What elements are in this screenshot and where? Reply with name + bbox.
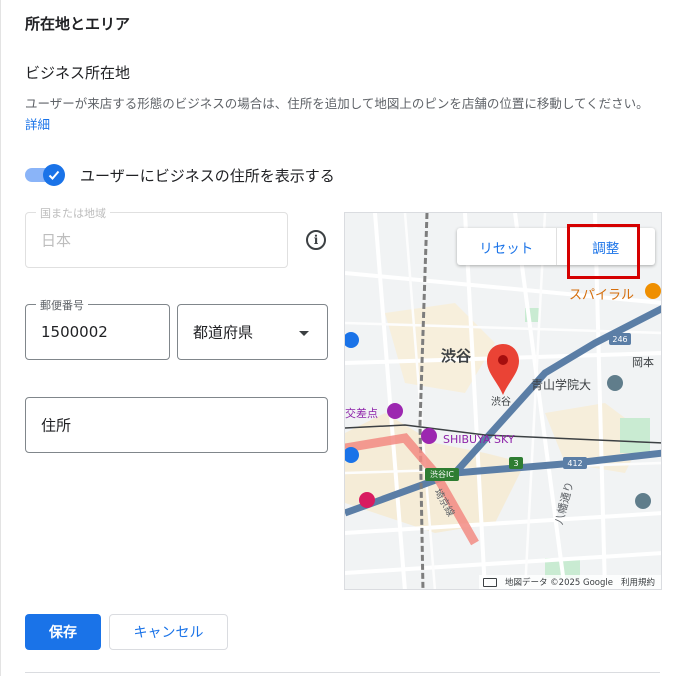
- address-field-value: 住所: [41, 416, 72, 435]
- postal-code-field[interactable]: 郵便番号 1500002: [25, 297, 170, 360]
- map-park: [620, 418, 650, 453]
- info-icon[interactable]: i: [306, 230, 326, 250]
- postal-code-label: 郵便番号: [36, 297, 88, 313]
- museum-icon[interactable]: [635, 493, 651, 509]
- cancel-button[interactable]: キャンセル: [109, 614, 228, 650]
- poi-label-okamoto: 岡本: [632, 355, 654, 369]
- attribution-text: 地図データ ©2025 Google: [504, 578, 613, 588]
- poi-label-crossing: 交差点: [345, 406, 378, 420]
- route-label-412: 412: [567, 459, 582, 468]
- poi-label-shibuya-sky: SHIBUYA SKY: [443, 433, 515, 446]
- prefecture-select[interactable]: 都道府県: [177, 304, 328, 360]
- section-subtitle: ビジネス所在地: [25, 64, 131, 82]
- section-description: ユーザーが来店する形態のビジネスの場合は、住所を追加して地図上のピンを店舗の位置…: [25, 93, 655, 135]
- country-field[interactable]: 国または地域 日本: [25, 205, 288, 268]
- country-field-value: 日本: [41, 231, 72, 250]
- postal-code-value: 1500002: [41, 323, 108, 341]
- station-label-shibuya: 渋谷: [491, 395, 511, 408]
- route-label-246: 246: [612, 335, 627, 344]
- terms-link[interactable]: 利用規約: [621, 576, 655, 588]
- attraction-icon[interactable]: [421, 428, 437, 444]
- school-icon[interactable]: [607, 375, 623, 391]
- cafe-icon[interactable]: [645, 283, 661, 299]
- address-field[interactable]: 住所: [25, 397, 328, 453]
- show-address-toggle[interactable]: [25, 164, 65, 186]
- poi-label-spiral: スパイラル: [569, 288, 634, 303]
- reset-button[interactable]: リセット: [457, 228, 557, 265]
- save-button[interactable]: 保存: [25, 614, 101, 650]
- map-attribution: 地図データ ©2025 Google 利用規約: [478, 575, 661, 589]
- district-label-shibuya: 渋谷: [441, 347, 472, 365]
- toggle-thumb: [43, 164, 65, 186]
- poi-label-aoyama: 青山学院大: [531, 377, 591, 392]
- check-icon: [48, 170, 60, 180]
- ic-label: 渋谷IC: [430, 469, 454, 479]
- details-link[interactable]: 詳細: [25, 117, 50, 132]
- country-field-label: 国または地域: [36, 205, 110, 221]
- keyboard-icon[interactable]: [482, 577, 497, 587]
- adjust-highlight-box: [567, 224, 640, 279]
- map-view[interactable]: 246 412 3 渋谷IC スパイラル 渋谷 渋谷 青山学院大 SHIBUYA…: [344, 212, 662, 590]
- route-label-3: 3: [513, 459, 518, 468]
- hotel-icon[interactable]: [359, 492, 375, 508]
- left-border: [0, 0, 1, 676]
- section-title: 所在地とエリア: [25, 15, 131, 33]
- chevron-down-icon: [299, 331, 309, 336]
- show-address-label: ユーザーにビジネスの住所を表示する: [80, 167, 335, 185]
- attraction-icon[interactable]: [387, 403, 403, 419]
- bottom-divider: [25, 672, 660, 673]
- prefecture-select-value: 都道府県: [193, 323, 254, 342]
- description-text: ユーザーが来店する形態のビジネスの場合は、住所を追加して地図上のピンを店舗の位置…: [25, 96, 649, 111]
